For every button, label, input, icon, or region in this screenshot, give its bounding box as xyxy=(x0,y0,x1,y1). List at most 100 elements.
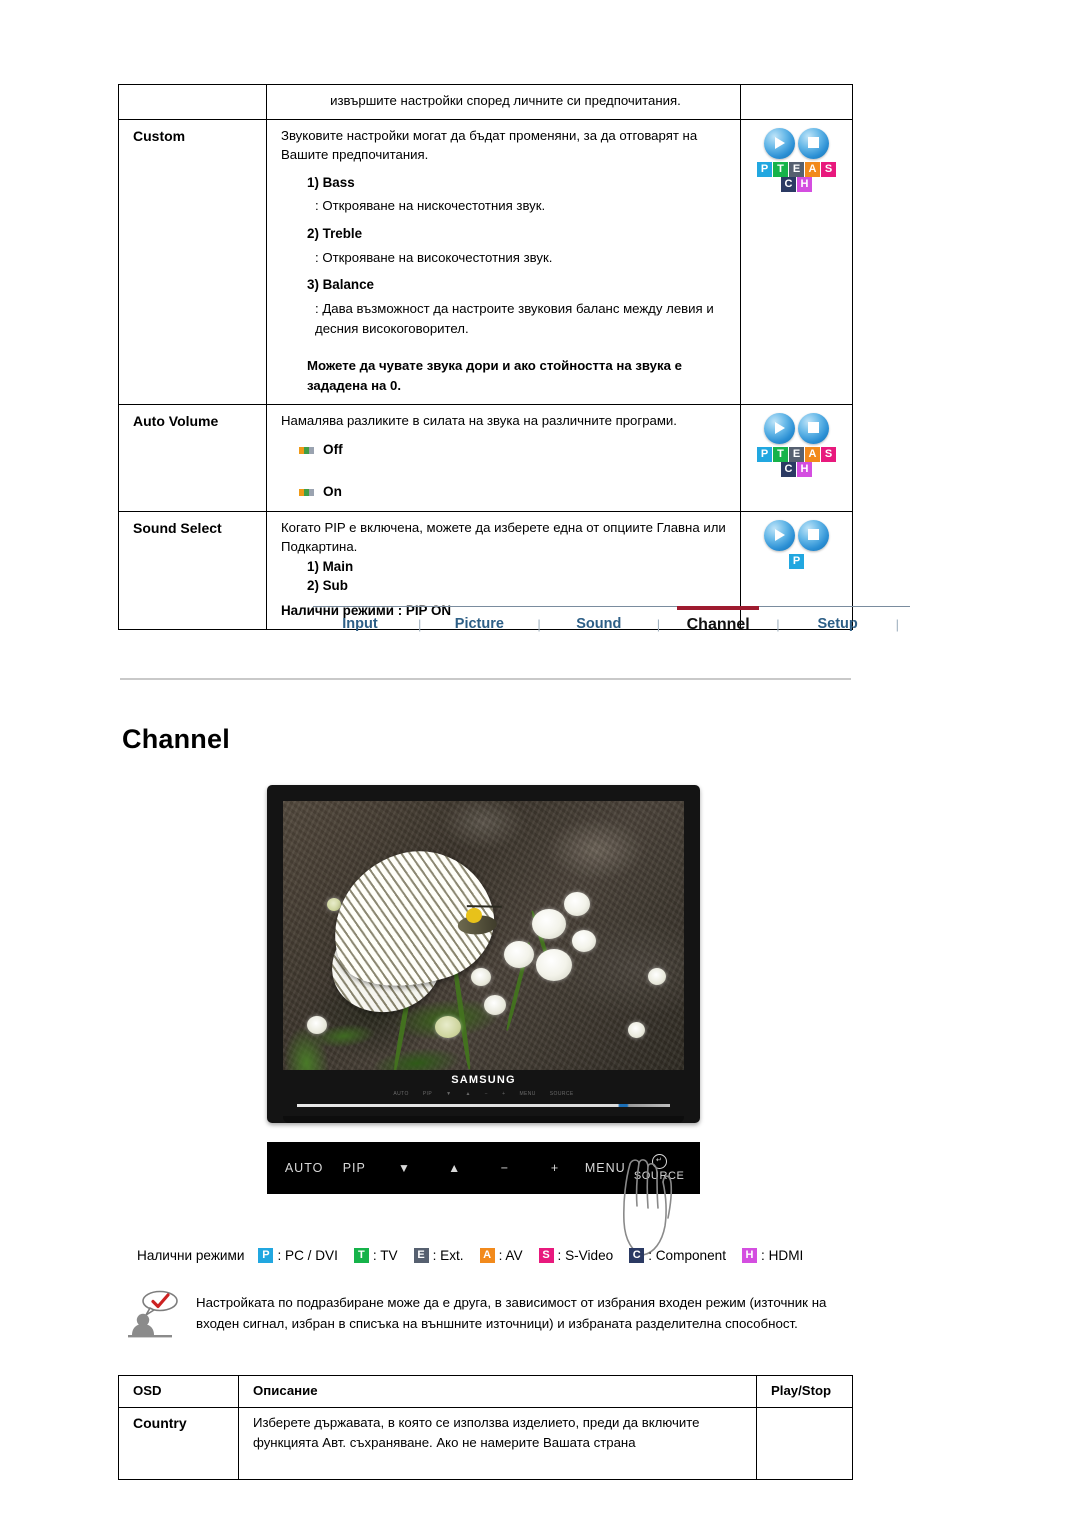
option-on-label: On xyxy=(323,484,342,500)
custom-item-treble-head: 2) Treble xyxy=(307,225,363,241)
flower xyxy=(571,930,596,953)
mode-icon-stack: P T E A S C H xyxy=(741,120,852,200)
person-note-icon xyxy=(126,1290,182,1346)
mode-hdmi: H : HDMI xyxy=(742,1248,803,1263)
custom-intro: Звуковите настройки могат да бъдат проме… xyxy=(281,127,698,163)
description-cell: Изберете държавата, в която се използва … xyxy=(238,1406,757,1480)
osd-label-custom: Custom xyxy=(133,127,186,144)
badge-t-icon: T xyxy=(353,1248,369,1263)
bezel-mark-pip: PIP xyxy=(422,1091,433,1097)
badge-group: P T E A S C H xyxy=(757,446,836,477)
badge-e-icon: E xyxy=(789,161,804,177)
sound-settings-table: извършите настройки според личните си пр… xyxy=(118,84,853,631)
tab-channel[interactable]: Channel xyxy=(671,605,765,634)
monitor-brand-strip: SAMSUNG AUTO PIP ▼ ▲ − + MENU SOURCE xyxy=(283,1070,684,1116)
orb-group xyxy=(764,127,829,159)
mode-component-label: : Component xyxy=(648,1248,727,1263)
badge-row-top: P T E A S xyxy=(757,161,836,177)
table-row: Custom Звуковите настройки могат да бъда… xyxy=(118,118,853,405)
table-row: Auto Volume Намалява разликите в силата … xyxy=(118,403,853,512)
badge-t-icon: T xyxy=(773,446,788,462)
column-header-play-stop: Play/Stop xyxy=(756,1375,853,1408)
mode-svideo: S : S-Video xyxy=(538,1248,613,1263)
button-menu[interactable]: MENU xyxy=(580,1161,630,1175)
bezel-accent-line xyxy=(297,1104,670,1107)
mode-component: C : Component xyxy=(629,1248,726,1263)
button-source[interactable]: ↵ SOURCE xyxy=(630,1154,688,1182)
option-on: On xyxy=(299,482,730,502)
badge-p-icon: P xyxy=(258,1248,274,1263)
badge-t-icon: T xyxy=(773,161,788,177)
badge-row-top: P T E A S xyxy=(757,446,836,462)
osd-cell: Country xyxy=(118,1406,239,1480)
tab-sound[interactable]: Sound xyxy=(552,614,646,632)
sound-select-item-main: 1) Main xyxy=(307,558,354,574)
osd-cell-empty xyxy=(118,84,267,120)
osd-cell: Auto Volume xyxy=(118,403,267,512)
mode-icon-stack: P T E A S C H xyxy=(741,405,852,485)
mode-ext-label: : Ext. xyxy=(432,1248,464,1263)
flower xyxy=(563,892,590,917)
lead-text: извършите настройки според личните си пр… xyxy=(266,84,741,120)
horizontal-divider xyxy=(120,678,851,680)
badge-s-icon: S xyxy=(821,446,836,462)
bezel-mark-menu: MENU xyxy=(519,1091,536,1097)
flower xyxy=(483,994,506,1015)
badge-a-icon: A xyxy=(805,161,820,177)
badge-group: P xyxy=(789,553,804,569)
mode-hdmi-label: : HDMI xyxy=(761,1248,804,1263)
column-header-description: Описание xyxy=(238,1375,757,1408)
tab-input[interactable]: Input xyxy=(313,614,407,632)
sound-select-item-sub: 2) Sub xyxy=(307,578,348,594)
custom-bold-note: Можете да чувате звука дори и ако стойно… xyxy=(307,358,682,393)
badge-group: P T E A S C H xyxy=(757,161,836,192)
tab-setup[interactable]: Setup xyxy=(791,614,885,632)
badge-h-icon: H xyxy=(797,176,812,192)
bullet-icon xyxy=(299,446,314,454)
mode-tv: T : TV xyxy=(353,1248,398,1263)
enter-icon: ↵ xyxy=(651,1154,667,1169)
badge-s-icon: S xyxy=(821,161,836,177)
osd-label-sound-select: Sound Select xyxy=(133,519,222,536)
button-down[interactable]: ▼ xyxy=(379,1161,429,1175)
bezel-mark-source: SOURCE xyxy=(549,1091,574,1097)
bezel-mark-down: ▼ xyxy=(446,1091,452,1097)
table-row: извършите настройки според личните си пр… xyxy=(118,84,853,120)
mode-pc-dvi-label: : PC / DVI xyxy=(277,1248,338,1263)
mode-ext: E : Ext. xyxy=(413,1248,464,1263)
monitor-screen xyxy=(283,801,684,1070)
available-modes-label: Налични режими xyxy=(137,1248,245,1263)
osd-cell: Custom xyxy=(118,118,267,405)
icon-cell-empty xyxy=(740,84,853,120)
flower xyxy=(647,967,666,985)
samsung-logo: SAMSUNG xyxy=(451,1074,516,1086)
monitor-bezel: SAMSUNG AUTO PIP ▼ ▲ − + MENU SOURCE xyxy=(267,785,700,1123)
channel-settings-table: OSD Описание Play/Stop Country Изберете … xyxy=(118,1375,853,1480)
mode-pc-dvi: P : PC / DVI xyxy=(258,1248,338,1263)
osd-label-country: Country xyxy=(133,1414,187,1431)
button-minus[interactable]: − xyxy=(480,1161,530,1175)
mode-tv-label: : TV xyxy=(372,1248,398,1263)
tab-picture[interactable]: Picture xyxy=(432,614,526,632)
play-stop-cell xyxy=(756,1406,853,1480)
badge-s-icon: S xyxy=(538,1248,554,1263)
osd-cell: Sound Select xyxy=(118,510,267,631)
flower xyxy=(627,1021,645,1038)
table-row: Country Изберете държавата, в която се и… xyxy=(118,1406,853,1480)
button-auto[interactable]: AUTO xyxy=(279,1161,329,1175)
note-block: Настройката по подразбиране може да е др… xyxy=(126,1290,856,1346)
monitor-illustration: SAMSUNG AUTO PIP ▼ ▲ − + MENU SOURCE AUT… xyxy=(267,785,700,1256)
flower xyxy=(535,948,572,981)
custom-item-bass-head: 1) Bass xyxy=(307,174,355,190)
nav-separator: | xyxy=(656,617,661,632)
custom-item-balance-head: 3) Balance xyxy=(307,277,374,293)
badge-c-icon: C xyxy=(781,461,796,477)
button-pip[interactable]: PIP xyxy=(329,1161,379,1175)
stop-icon xyxy=(798,519,829,551)
option-off: Off xyxy=(299,440,730,460)
button-plus[interactable]: + xyxy=(530,1161,580,1175)
nav-separator: | xyxy=(776,617,780,632)
sound-select-intro: Когато PIP е включена, можете да изберет… xyxy=(281,519,726,555)
button-up[interactable]: ▲ xyxy=(430,1161,480,1175)
badge-p-icon: P xyxy=(757,446,772,462)
